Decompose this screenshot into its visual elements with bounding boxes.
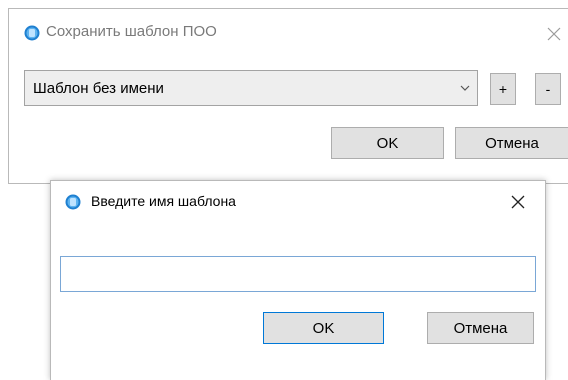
add-template-button[interactable]: + [490, 73, 516, 105]
save-dialog-cancel-button[interactable]: Отмена [455, 127, 568, 159]
app-icon [24, 25, 40, 41]
name-dialog-cancel-button[interactable]: Отмена [427, 312, 534, 344]
name-dialog-title: Введите имя шаблона [91, 193, 236, 209]
name-dialog-ok-button[interactable]: OK [263, 312, 384, 344]
app-icon [65, 194, 81, 210]
close-icon [511, 195, 525, 209]
template-name-input[interactable] [60, 256, 536, 292]
save-dialog-close-button[interactable] [544, 24, 564, 44]
name-dialog-close-button[interactable] [506, 190, 530, 214]
save-dialog-title: Сохранить шаблон ПОО [46, 23, 217, 40]
save-dialog-ok-button[interactable]: OK [331, 127, 444, 159]
template-select[interactable]: Шаблон без имени [24, 70, 478, 106]
remove-template-button[interactable]: - [535, 73, 561, 105]
close-icon [547, 27, 561, 41]
template-select-value: Шаблон без имени [33, 79, 164, 97]
chevron-down-icon [453, 85, 477, 91]
